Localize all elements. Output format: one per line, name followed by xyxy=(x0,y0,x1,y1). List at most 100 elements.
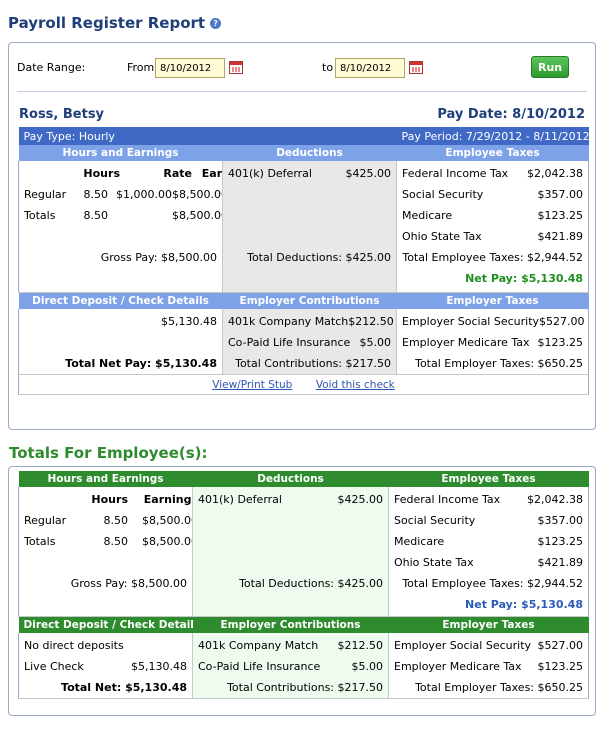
tax-name: Federal Income Tax xyxy=(402,167,509,180)
employee-name: Ross, Betsy xyxy=(19,107,105,122)
row-earnings: $8,500.00 xyxy=(142,535,193,548)
totals-deductions-cell: 401(k) Deferral $425.00 Total Deductions:… xyxy=(192,487,389,617)
deposit-line-name: Live Check xyxy=(24,659,84,673)
to-date-input[interactable] xyxy=(335,58,405,78)
totals-total-net: Total Net: $5,130.48 xyxy=(24,677,187,698)
totals-panel: Hours and Earnings Deductions Employee T… xyxy=(8,466,596,716)
section-body-2: $5,130.48 Total Net Pay: $5,130.48 401k … xyxy=(18,308,590,375)
from-calendar-icon[interactable] xyxy=(229,61,243,74)
totals-table: Hours and Earnings Deductions Employee T… xyxy=(18,471,589,699)
to-calendar-icon[interactable] xyxy=(409,61,423,74)
pay-date: Pay Date: 8/10/2012 xyxy=(437,107,585,122)
employer-tax-amount: $527.00 xyxy=(537,638,584,652)
date-range-row: Date Range: From to Run xyxy=(9,56,595,80)
totals-net-pay-text: Net Pay: $5,130.48 xyxy=(465,598,583,611)
employer-tax-amount: $527.00 xyxy=(539,314,585,328)
hours-earnings-header: Hours and Earnings xyxy=(18,145,223,161)
totals-total-employee-taxes-text: Total Employee Taxes: $2,944.52 xyxy=(402,577,583,590)
contrib-name: 401k Company Match xyxy=(198,638,319,652)
contrib-amount: $5.00 xyxy=(351,659,384,673)
list-item: 401(k) Deferral $425.00 xyxy=(228,163,391,184)
list-item: 401(k) Deferral $425.00 xyxy=(198,489,383,510)
to-label: to xyxy=(322,61,334,74)
tax-amount: $421.89 xyxy=(537,230,584,243)
totals-body-2: No direct deposits Live Check $5,130.48 T… xyxy=(18,632,589,699)
contrib-amount: $212.50 xyxy=(348,314,394,328)
tax-name: Medicare xyxy=(394,535,445,548)
contrib-amount: $212.50 xyxy=(337,638,384,652)
view-print-stub-link[interactable]: View/Print Stub xyxy=(212,379,292,391)
totals-total-net-text: Total Net: $5,130.48 xyxy=(61,680,187,694)
totals-hours-cell: Hours Earnings Regular 8.50 $8,500.00 To… xyxy=(18,487,193,617)
rate-col-header: Rate xyxy=(163,167,192,180)
list-item: Ohio State Tax $421.89 xyxy=(394,552,583,573)
page-title-text: Payroll Register Report xyxy=(8,14,206,32)
table-row: Regular 8.50 $8,500.00 xyxy=(24,510,192,531)
employee-pay-table: Pay Type: Hourly Pay Period: 7/29/2012 -… xyxy=(17,127,590,395)
run-button[interactable]: Run xyxy=(531,56,569,78)
list-item: Medicare $123.25 xyxy=(394,531,583,552)
row-label: Regular xyxy=(24,188,67,201)
employer-tax-name: Employer Medicare Tax xyxy=(394,659,522,673)
totals-hours-column-headers: Hours Earnings xyxy=(24,489,191,510)
contrib-name: 401k Company Match xyxy=(228,314,349,328)
deductions-cell: 401(k) Deferral $425.00 Total Deductions… xyxy=(222,161,398,293)
row-label: Totals xyxy=(24,209,56,222)
deductions-header: Deductions xyxy=(222,145,397,161)
tax-name: Medicare xyxy=(402,209,453,222)
totals-employee-taxes-header: Employee Taxes xyxy=(388,471,589,487)
tax-amount: $357.00 xyxy=(537,188,584,201)
divider xyxy=(17,91,587,92)
pay-type-bar: Pay Type: Hourly Pay Period: 7/29/2012 -… xyxy=(18,127,589,145)
void-check-link[interactable]: Void this check xyxy=(316,379,395,391)
employee-header: Ross, Betsy Pay Date: 8/10/2012 xyxy=(19,107,585,122)
row-hours: 8.50 xyxy=(103,535,129,548)
list-item: Social Security $357.00 xyxy=(394,510,583,531)
tax-amount: $357.00 xyxy=(537,514,584,527)
tax-amount: $2,042.38 xyxy=(527,493,583,506)
list-item: Co-Paid Life Insurance $5.00 xyxy=(198,656,383,677)
total-deductions: Total Deductions: $425.00 xyxy=(228,247,391,268)
totals-employee-taxes-cell: Federal Income Tax $2,042.38 Social Secur… xyxy=(388,487,589,617)
employee-taxes-cell: Federal Income Tax $2,042.38 Social Secur… xyxy=(396,161,590,293)
hours-col-header: Hours xyxy=(83,167,120,180)
total-net-pay-text: Total Net Pay: $5,130.48 xyxy=(65,356,217,370)
total-employer-taxes-text: Total Employer Taxes: $650.25 xyxy=(415,356,584,370)
page-title: Payroll Register Report ? xyxy=(8,14,222,32)
totals-total-deductions-text: Total Deductions: $425.00 xyxy=(239,577,383,590)
list-item: No direct deposits xyxy=(24,635,187,656)
row-rate: $1,000.00 xyxy=(116,188,172,201)
help-icon[interactable]: ? xyxy=(210,17,222,29)
tax-name: Ohio State Tax xyxy=(402,230,482,243)
employer-taxes-cell: Employer Social Security $527.00 Employer… xyxy=(396,308,590,375)
contrib-amount: $5.00 xyxy=(359,335,392,349)
list-item: Social Security $357.00 xyxy=(402,184,583,205)
employer-tax-amount: $123.25 xyxy=(537,659,584,673)
date-range-label: Date Range: xyxy=(17,61,86,74)
list-item: Live Check $5,130.48 xyxy=(24,656,187,677)
totals-hours-header: Hours and Earnings xyxy=(18,471,193,487)
totals-employer-contrib-header: Employer Contributions xyxy=(192,616,389,633)
deposit-line-name: No direct deposits xyxy=(24,638,124,652)
deposit-amount: $5,130.48 xyxy=(24,311,217,332)
row-hours: 8.50 xyxy=(103,514,129,527)
row-earnings: $8,500.00 xyxy=(172,209,223,222)
totals-employer-taxes-cell: Employer Social Security $527.00 Employer… xyxy=(388,632,589,699)
total-employee-taxes-text: Total Employee Taxes: $2,944.52 xyxy=(402,251,584,264)
list-item: Ohio State Tax $421.89 xyxy=(402,226,583,247)
deposit-line-amount: $5,130.48 xyxy=(131,659,187,673)
direct-deposit-header: Direct Deposit / Check Details xyxy=(18,292,223,309)
payroll-register-panel: Date Range: From to Run Ross, Betsy Pay … xyxy=(8,42,596,430)
earnings-col-header: Earnings xyxy=(201,167,223,180)
stub-links-row: View/Print Stub Void this check xyxy=(17,373,590,395)
list-item: Federal Income Tax $2,042.38 xyxy=(402,163,583,184)
totals-earnings-col: Earnings xyxy=(143,493,192,506)
table-row: Totals 8.50 $8,500.00 xyxy=(24,205,222,226)
list-item: 401k Company Match $212.50 xyxy=(228,311,394,332)
totals-direct-deposit-header: Direct Deposit / Check Details xyxy=(18,616,193,633)
totals-section-headers-2: Direct Deposit / Check Details Employer … xyxy=(18,616,589,633)
direct-deposit-cell: $5,130.48 Total Net Pay: $5,130.48 xyxy=(18,308,223,375)
tax-name: Federal Income Tax xyxy=(394,493,501,506)
from-date-input[interactable] xyxy=(155,58,225,78)
totals-total-contributions: Total Contributions: $217.50 xyxy=(198,677,383,698)
